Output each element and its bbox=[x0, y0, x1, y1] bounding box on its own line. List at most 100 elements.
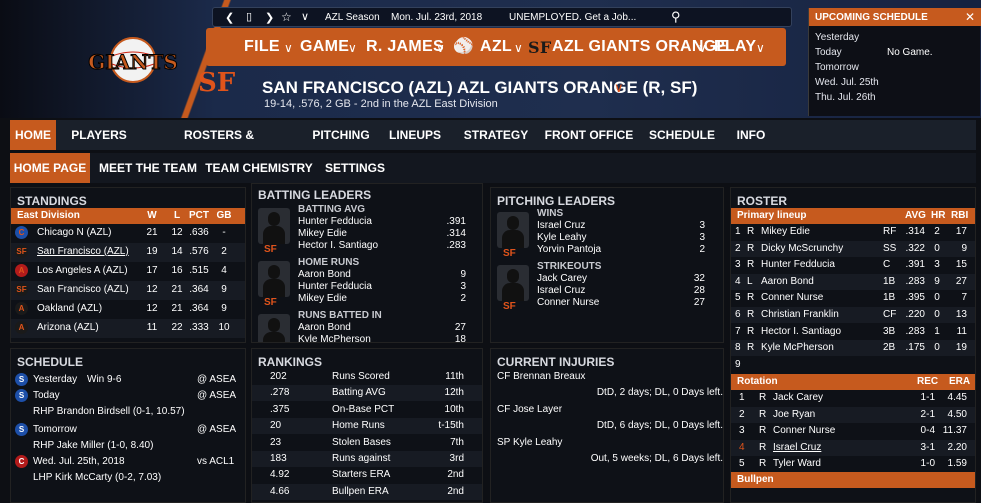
lineup-order: 1 bbox=[735, 226, 741, 237]
star-icon[interactable]: ☆ bbox=[281, 10, 292, 24]
schedule-opponent[interactable]: vs ACL1 bbox=[197, 456, 234, 467]
chevron-down-icon[interactable]: ∨ bbox=[348, 41, 357, 55]
subtab-meet-the-team[interactable]: MEET THE TEAM bbox=[98, 153, 198, 183]
col-pct: PCT bbox=[189, 210, 209, 221]
back-icon[interactable]: ❮ bbox=[225, 11, 234, 24]
injury-player[interactable]: CF Jose Layer bbox=[497, 404, 562, 415]
rotation-hand: R bbox=[759, 408, 767, 420]
rotation-player[interactable]: Israel Cruz bbox=[773, 442, 821, 453]
rotation-player[interactable]: Tyler Ward bbox=[773, 458, 821, 469]
lineup-order: 5 bbox=[735, 292, 741, 304]
leader-name[interactable]: Conner Nurse bbox=[537, 297, 599, 308]
lineup-player[interactable]: Hector I. Santiago bbox=[761, 326, 841, 337]
leader-name[interactable]: Kyle Leahy bbox=[537, 232, 586, 243]
leader-category: BATTING AVG bbox=[298, 204, 366, 215]
leader-name[interactable]: Aaron Bond bbox=[298, 322, 351, 333]
leader-name[interactable]: Aaron Bond bbox=[298, 269, 351, 280]
schedule-pitcher[interactable]: RHP Brandon Birdsell (0-1, 10.57) bbox=[33, 406, 185, 417]
leader-name[interactable]: Mikey Edie bbox=[298, 228, 347, 239]
nav-manager[interactable]: R. JAMES bbox=[366, 38, 444, 56]
season-label: AZL Season bbox=[325, 12, 380, 23]
lineup-player[interactable]: Kyle McPherson bbox=[761, 342, 834, 353]
forward-icon[interactable]: ❯ bbox=[265, 11, 274, 24]
tab-strategy[interactable]: STRATEGY bbox=[456, 120, 536, 150]
lineup-pos: 3B bbox=[883, 325, 896, 337]
tab-rosters-transactions[interactable]: ROSTERS & TRANSACTIONS bbox=[138, 120, 300, 172]
col-l: L bbox=[173, 210, 181, 221]
chevron-down-icon[interactable]: ∨ bbox=[514, 41, 523, 55]
standings-team[interactable]: Arizona (AZL) bbox=[37, 322, 99, 333]
standings-w: 17 bbox=[146, 265, 158, 276]
chevron-down-icon[interactable]: ∨ bbox=[284, 41, 293, 55]
chevron-down-icon[interactable]: ∨ bbox=[756, 41, 765, 55]
rotation-player[interactable]: Joe Ryan bbox=[773, 409, 815, 420]
schedule-opponent[interactable]: @ ASEA bbox=[197, 424, 236, 435]
leader-name[interactable]: Hunter Fedducia bbox=[298, 216, 372, 227]
leader-name[interactable]: Kyle McPherson bbox=[298, 334, 371, 342]
standings-team[interactable]: Los Angeles A (AZL) bbox=[37, 265, 128, 276]
standings-gb: 4 bbox=[221, 265, 227, 276]
search-icon[interactable]: ⚲ bbox=[671, 9, 681, 25]
nav-file[interactable]: FILE bbox=[244, 38, 280, 56]
leader-name[interactable]: Yorvin Pantoja bbox=[537, 244, 601, 255]
leader-name[interactable]: Jack Carey bbox=[537, 273, 587, 284]
ranking-stat: Runs against bbox=[332, 453, 391, 464]
standings-team[interactable]: Oakland (AZL) bbox=[37, 303, 102, 314]
schedule-pitcher[interactable]: RHP Jake Miller (1-0, 8.40) bbox=[33, 440, 153, 451]
subtab-home-page[interactable]: HOME PAGE bbox=[10, 153, 90, 183]
rotation-player[interactable]: Jack Carey bbox=[773, 392, 823, 403]
schedule-pitcher[interactable]: LHP Kirk McCarty (0-2, 7.03) bbox=[33, 472, 161, 483]
chevron-down-icon[interactable]: ∨ bbox=[614, 80, 624, 96]
leader-name[interactable]: Hunter Fedducia bbox=[298, 281, 372, 292]
team-logo-icon: C bbox=[15, 226, 28, 239]
rotation-era: 4.50 bbox=[947, 408, 967, 420]
injury-player[interactable]: SP Kyle Leahy bbox=[497, 437, 562, 448]
schedule-opponent[interactable]: @ ASEA bbox=[197, 374, 236, 385]
tab-info[interactable]: INFO bbox=[730, 120, 772, 150]
nav-play[interactable]: PLAY bbox=[714, 38, 756, 56]
schedule-opponent[interactable]: @ ASEA bbox=[197, 390, 236, 401]
job-status[interactable]: UNEMPLOYED. Get a Job... bbox=[509, 12, 636, 23]
lineup-player[interactable]: Christian Franklin bbox=[761, 309, 839, 320]
tab-schedule[interactable]: SCHEDULE bbox=[640, 120, 724, 150]
player-photo bbox=[258, 314, 290, 342]
tab-lineups[interactable]: LINEUPS bbox=[380, 120, 450, 150]
standings-pct: .364 bbox=[189, 303, 209, 314]
injury-player[interactable]: CF Brennan Breaux bbox=[497, 371, 585, 382]
lineup-hr: 3 bbox=[934, 259, 940, 271]
standings-team[interactable]: San Francisco (AZL) bbox=[37, 246, 129, 257]
standings-gb: - bbox=[222, 227, 226, 238]
schedule-result[interactable]: Win 9-6 bbox=[87, 374, 121, 385]
phone-icon[interactable]: ▯ bbox=[246, 10, 252, 23]
close-icon[interactable]: ✕ bbox=[965, 10, 975, 24]
chevron-down-icon[interactable]: ∨ bbox=[301, 10, 309, 23]
standings-team[interactable]: San Francisco (AZL) bbox=[37, 284, 129, 295]
team-logo-icon: SF bbox=[15, 245, 28, 258]
upcoming-title: UPCOMING SCHEDULE bbox=[815, 12, 928, 23]
leader-name[interactable]: Mikey Edie bbox=[298, 293, 347, 304]
lineup-player[interactable]: Hunter Fedducia bbox=[761, 259, 835, 270]
leader-name[interactable]: Israel Cruz bbox=[537, 220, 585, 231]
division-label: East Division bbox=[17, 210, 80, 221]
chevron-down-icon[interactable]: ∨ bbox=[698, 41, 707, 55]
nav-game[interactable]: GAME bbox=[300, 38, 349, 56]
tab-home[interactable]: HOME bbox=[10, 120, 56, 150]
subtab-team-chemistry[interactable]: TEAM CHEMISTRY bbox=[204, 153, 314, 183]
nav-league[interactable]: AZL bbox=[480, 38, 512, 56]
lineup-player[interactable]: Dicky McScrunchy bbox=[761, 243, 843, 254]
tab-players[interactable]: PLAYERS bbox=[66, 120, 132, 150]
standings-l: 16 bbox=[171, 265, 183, 276]
leader-name[interactable]: Israel Cruz bbox=[537, 285, 585, 296]
tab-pitching[interactable]: PITCHING bbox=[310, 120, 372, 150]
ranking-rank: 2nd bbox=[447, 469, 464, 481]
standings-team[interactable]: Chicago N (AZL) bbox=[37, 227, 111, 238]
lineup-player[interactable]: Conner Nurse bbox=[761, 292, 823, 303]
leader-name[interactable]: Hector I. Santiago bbox=[298, 240, 378, 251]
chevron-down-icon[interactable]: ∨ bbox=[436, 41, 445, 55]
lineup-player[interactable]: Aaron Bond bbox=[761, 276, 814, 287]
subtab-settings[interactable]: SETTINGS bbox=[320, 153, 390, 183]
tab-front-office[interactable]: FRONT OFFICE bbox=[544, 120, 634, 150]
roster-title: ROSTER bbox=[737, 194, 788, 208]
rotation-player[interactable]: Conner Nurse bbox=[773, 425, 835, 436]
lineup-player[interactable]: Mikey Edie bbox=[761, 226, 810, 237]
